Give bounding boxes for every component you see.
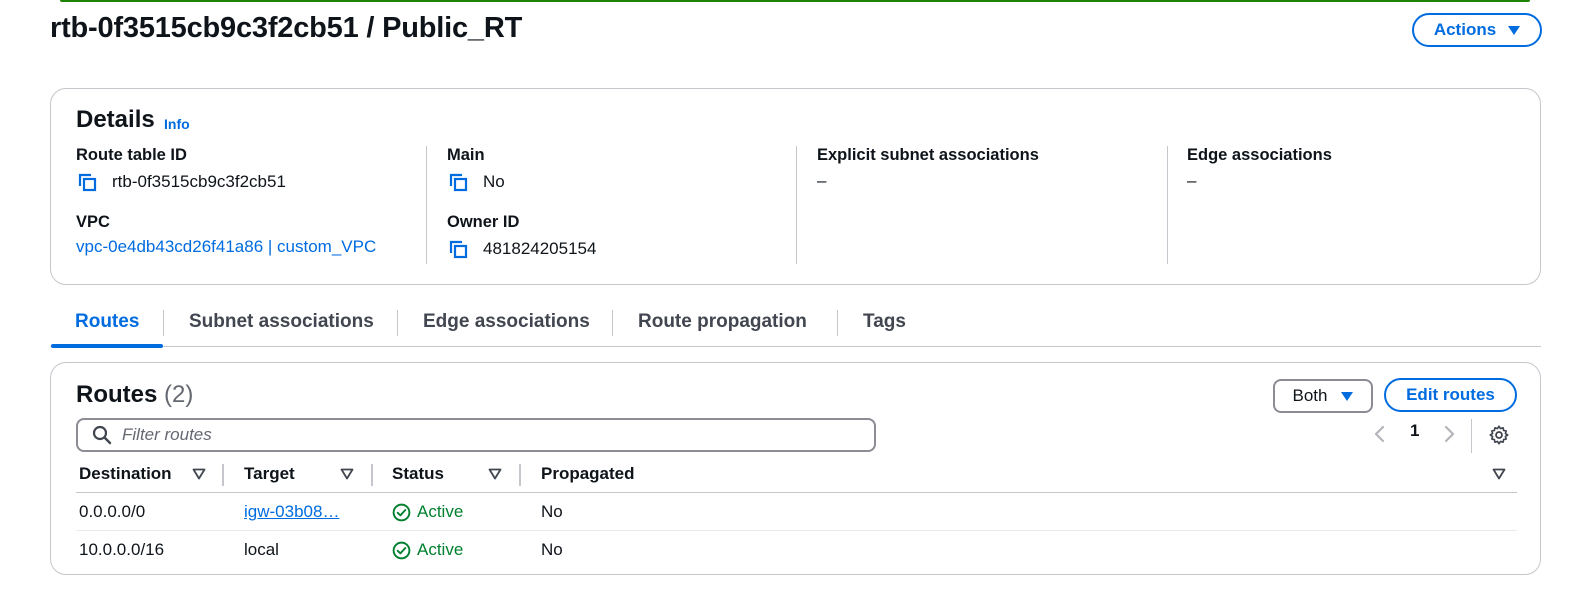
gear-icon[interactable] (1488, 424, 1510, 446)
edit-routes-button[interactable]: Edit routes (1384, 378, 1517, 412)
column-header-propagated[interactable]: Propagated (541, 464, 635, 484)
route-filter-select-value: Both (1292, 386, 1328, 405)
tab-tags[interactable]: Tags (863, 311, 906, 333)
actions-button-label: Actions (1433, 20, 1497, 39)
routes-table: Destination Target Status Propagated 0.0… (76, 458, 1517, 569)
owner-id-label: Owner ID (447, 213, 520, 231)
chevron-right-icon[interactable] (1438, 423, 1460, 445)
routes-count: (2) (164, 381, 194, 408)
destination-cell: 0.0.0.0/0 (79, 502, 146, 521)
page-title: rtb-0f3515cb9c3f2cb51 / Public_RT (50, 12, 523, 44)
column-divider (426, 146, 427, 264)
target-cell: local (244, 540, 279, 559)
details-column-4: Edge associations – (1187, 146, 1527, 264)
details-title: Details (76, 106, 155, 133)
vpc-link[interactable]: vpc-0e4db43cd26f41a86 | custom_VPC (76, 237, 376, 257)
explicit-subnet-value: – (817, 171, 827, 190)
propagated-cell: No (541, 540, 563, 559)
tab-subnet-associations[interactable]: Subnet associations (189, 311, 374, 333)
details-column-2: Main No Owner ID 481824205154 (447, 146, 787, 264)
details-column-1: Route table ID rtb-0f3515cb9c3f2cb51 VPC… (76, 146, 416, 264)
column-header-target[interactable]: Target (244, 464, 295, 484)
vpc-label: VPC (76, 213, 110, 231)
column-resizer[interactable] (222, 464, 224, 486)
tab-route-propagation[interactable]: Route propagation (638, 311, 807, 333)
copy-icon[interactable] (447, 238, 469, 260)
route-filter-select[interactable]: Both (1273, 379, 1373, 413)
sort-icon[interactable] (488, 468, 502, 480)
main-label: Main (447, 146, 485, 164)
tab-divider (612, 310, 613, 336)
tab-edge-associations[interactable]: Edge associations (423, 311, 590, 333)
sort-icon[interactable] (340, 468, 354, 480)
column-resizer[interactable] (519, 464, 521, 486)
routes-title: Routes (2) (76, 381, 193, 409)
propagated-cell: No (541, 502, 563, 521)
copy-icon[interactable] (447, 171, 469, 193)
actions-button[interactable]: Actions (1412, 13, 1542, 47)
explicit-subnet-label: Explicit subnet associations (817, 146, 1039, 164)
table-header: Destination Target Status Propagated (76, 458, 1517, 493)
routes-title-text: Routes (76, 381, 158, 408)
tab-divider (837, 310, 838, 336)
check-circle-icon (392, 541, 411, 559)
target-link[interactable]: igw-03b08… (244, 502, 339, 521)
copy-icon[interactable] (76, 171, 98, 193)
route-table-id-label: Route table ID (76, 146, 187, 164)
sort-icon[interactable] (192, 468, 206, 480)
check-circle-icon (392, 503, 411, 521)
column-divider (796, 146, 797, 264)
routes-panel: Routes (2) Both Edit routes 1 Destinatio… (50, 362, 1541, 575)
tab-divider (397, 310, 398, 336)
pager-divider (1471, 419, 1472, 453)
edge-associations-label: Edge associations (1187, 146, 1332, 164)
filter-routes-input[interactable] (122, 425, 822, 445)
status-cell: Active (392, 502, 463, 522)
column-header-status[interactable]: Status (392, 464, 444, 484)
details-column-3: Explicit subnet associations – (817, 146, 1157, 264)
main-value: No (483, 172, 505, 191)
status-cell: Active (392, 540, 463, 560)
active-tab-indicator (51, 344, 163, 348)
success-banner-edge (60, 0, 1530, 2)
page-number[interactable]: 1 (1410, 421, 1419, 441)
filter-routes-field[interactable] (76, 418, 876, 452)
tab-bar: Routes Subnet associations Edge associat… (50, 306, 1541, 348)
column-header-destination[interactable]: Destination (79, 464, 172, 484)
table-row: 10.0.0.0/16 local Active No (76, 531, 1517, 569)
caret-down-icon (1341, 391, 1354, 401)
table-row: 0.0.0.0/0 igw-03b08… Active No (76, 493, 1517, 531)
route-table-id-value: rtb-0f3515cb9c3f2cb51 (112, 172, 286, 191)
edge-associations-value: – (1187, 171, 1197, 190)
status-text: Active (417, 540, 464, 559)
tab-divider (163, 310, 164, 336)
sort-icon[interactable] (1492, 468, 1506, 480)
status-text: Active (417, 502, 464, 521)
search-icon (92, 425, 112, 445)
owner-id-value: 481824205154 (483, 239, 597, 258)
destination-cell: 10.0.0.0/16 (79, 540, 165, 559)
caret-down-icon (1508, 25, 1521, 35)
column-divider (1167, 146, 1168, 264)
chevron-left-icon[interactable] (1369, 423, 1391, 445)
details-panel: Details Info Route table ID rtb-0f3515cb… (50, 88, 1541, 285)
edit-routes-label: Edit routes (1406, 385, 1495, 404)
info-link[interactable]: Info (164, 116, 190, 132)
column-resizer[interactable] (371, 464, 373, 486)
tab-routes[interactable]: Routes (75, 311, 139, 333)
